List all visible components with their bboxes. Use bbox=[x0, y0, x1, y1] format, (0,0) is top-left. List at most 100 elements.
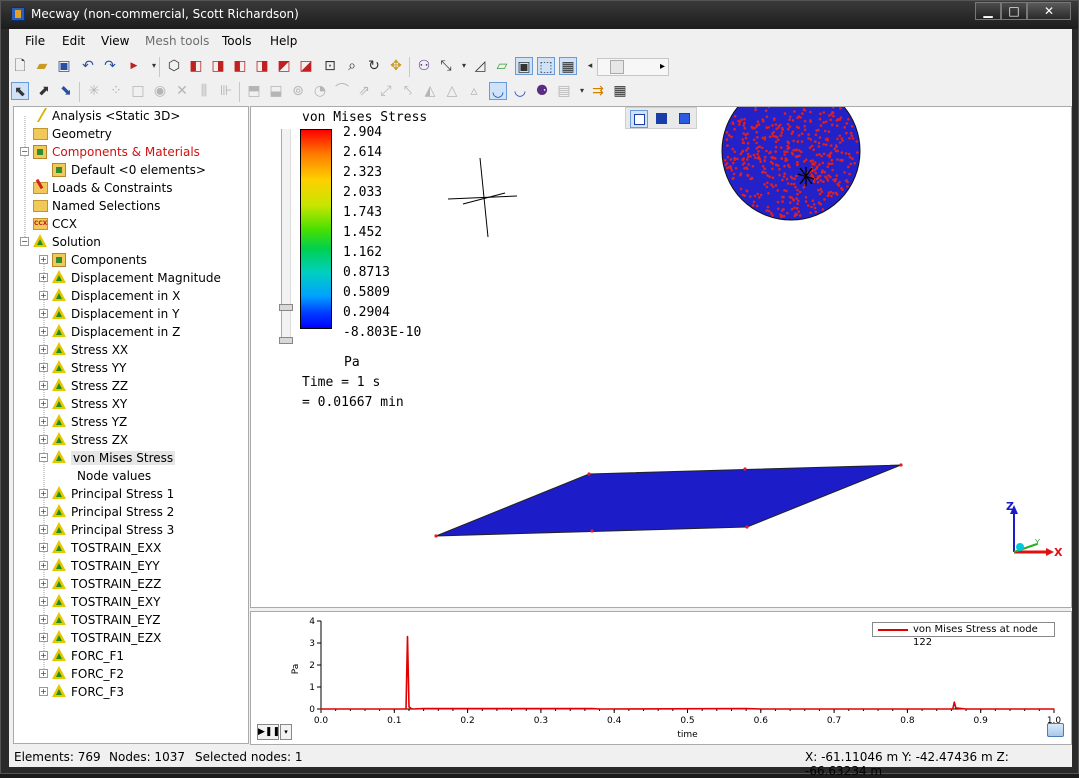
view-right-icon[interactable]: ◨ bbox=[253, 57, 271, 75]
mirror-icon[interactable]: ⫼ bbox=[195, 82, 213, 100]
tree-item[interactable]: Named Selections bbox=[14, 197, 248, 215]
tree-item[interactable]: − von Mises Stress bbox=[14, 449, 248, 467]
tree-item[interactable]: + TOSTRAIN_EXY bbox=[14, 593, 248, 611]
collapse-icon[interactable]: − bbox=[20, 147, 29, 156]
split-icon[interactable]: ⊪ bbox=[217, 82, 235, 100]
view-back-icon[interactable]: ◨ bbox=[209, 57, 227, 75]
maximize-button[interactable]: □ bbox=[1001, 2, 1027, 20]
play-pause-button[interactable]: ▶❚❚ bbox=[257, 724, 280, 740]
triangle-icon[interactable]: ◭ bbox=[421, 82, 439, 100]
slider-right-icon[interactable]: ▸ bbox=[660, 59, 665, 75]
refine-icon[interactable]: ⬓ bbox=[267, 82, 285, 100]
tree-item[interactable]: Geometry bbox=[14, 125, 248, 143]
box-icon[interactable]: □ bbox=[129, 82, 147, 100]
expand-icon[interactable]: + bbox=[39, 597, 48, 606]
menu-edit[interactable]: Edit bbox=[62, 34, 85, 48]
tree-item[interactable]: + TOSTRAIN_EYY bbox=[14, 557, 248, 575]
expand-icon[interactable]: + bbox=[39, 273, 48, 282]
expand-icon[interactable]: + bbox=[39, 615, 48, 624]
explode-icon[interactable]: ✳ bbox=[85, 82, 103, 100]
view-front-icon[interactable]: ◧ bbox=[187, 57, 205, 75]
tree-item[interactable]: + FORC_F3 bbox=[14, 683, 248, 701]
table-icon[interactable]: ▦ bbox=[611, 82, 629, 100]
open-folder-icon[interactable]: ▰ bbox=[33, 57, 51, 75]
pan-icon[interactable]: ✥ bbox=[387, 57, 405, 75]
expand-icon[interactable]: + bbox=[39, 687, 48, 696]
expand-icon[interactable]: + bbox=[39, 651, 48, 660]
expand-icon[interactable]: + bbox=[39, 579, 48, 588]
duplicate-icon[interactable]: ⁘ bbox=[107, 82, 125, 100]
view-left-icon[interactable]: ◧ bbox=[231, 57, 249, 75]
animate-icon[interactable]: ⚇ bbox=[415, 57, 433, 75]
expand-icon[interactable]: + bbox=[39, 309, 48, 318]
contour-icon[interactable]: ◡ bbox=[489, 82, 507, 100]
redo-icon[interactable]: ↷ bbox=[101, 57, 119, 75]
view-bottom-icon[interactable]: ◪ bbox=[297, 57, 315, 75]
tree-item[interactable]: + TOSTRAIN_EZX bbox=[14, 629, 248, 647]
menu-help[interactable]: Help bbox=[270, 34, 297, 48]
tree-item[interactable]: Loads & Constraints bbox=[14, 179, 248, 197]
minimize-button[interactable]: ▁ bbox=[975, 2, 1001, 20]
view-top-icon[interactable]: ◩ bbox=[275, 57, 293, 75]
tree-item[interactable]: + Principal Stress 1 bbox=[14, 485, 248, 503]
select-faces-icon[interactable]: ⬊ bbox=[57, 82, 75, 100]
mesh-edges-icon[interactable]: ▦ bbox=[559, 57, 577, 75]
tree-item[interactable]: Node values bbox=[14, 467, 248, 485]
expand-icon[interactable]: + bbox=[39, 633, 48, 642]
particles-icon[interactable]: ⚈ bbox=[533, 82, 551, 100]
collapse-icon[interactable]: − bbox=[20, 237, 29, 246]
tree-item[interactable]: + Displacement in Y bbox=[14, 305, 248, 323]
outline-triangle-icon[interactable]: ▵ bbox=[465, 82, 483, 100]
tree-item[interactable]: + Stress YY bbox=[14, 359, 248, 377]
tree-item[interactable]: + FORC_F1 bbox=[14, 647, 248, 665]
extrude-icon[interactable]: ⬒ bbox=[245, 82, 263, 100]
tree-item[interactable]: + TOSTRAIN_EXX bbox=[14, 539, 248, 557]
ccx-solve-icon[interactable]: ▶ bbox=[125, 57, 143, 75]
select-elements-icon[interactable]: ⬈ bbox=[35, 82, 53, 100]
toolbar-slider[interactable]: ▸ bbox=[597, 58, 669, 76]
tree-item[interactable]: + Stress ZX bbox=[14, 431, 248, 449]
expand-icon[interactable]: + bbox=[39, 255, 48, 264]
expand-icon[interactable]: + bbox=[39, 435, 48, 444]
expand-icon[interactable]: + bbox=[39, 363, 48, 372]
expand-icon[interactable]: + bbox=[39, 381, 48, 390]
menu-file[interactable]: File bbox=[25, 34, 45, 48]
film-icon[interactable]: ▤ bbox=[555, 82, 573, 100]
tree-item[interactable]: + Displacement Magnitude bbox=[14, 269, 248, 287]
tree-item[interactable]: + Stress YZ bbox=[14, 413, 248, 431]
expand-icon[interactable]: + bbox=[39, 327, 48, 336]
expand-icon[interactable]: + bbox=[39, 543, 48, 552]
skew-icon[interactable]: ⤣ bbox=[399, 82, 417, 100]
expand-icon[interactable]: + bbox=[39, 561, 48, 570]
solid-view-icon[interactable]: ▣ bbox=[515, 57, 533, 75]
tree-item[interactable]: + Stress ZZ bbox=[14, 377, 248, 395]
rotate-icon[interactable]: ↻ bbox=[365, 57, 383, 75]
view-iso-icon[interactable]: ⬡ bbox=[165, 57, 183, 75]
play-options-dropdown[interactable]: ▾ bbox=[280, 724, 292, 740]
tree-item[interactable]: + Stress XX bbox=[14, 341, 248, 359]
tree-item[interactable]: Default <0 elements> bbox=[14, 161, 248, 179]
expand-icon[interactable]: + bbox=[39, 489, 48, 498]
merge-icon[interactable]: ⊚ bbox=[289, 82, 307, 100]
tree-item[interactable]: CCX CCX bbox=[14, 215, 248, 233]
expand-icon[interactable]: + bbox=[39, 399, 48, 408]
scale-icon[interactable]: ⤢ bbox=[377, 82, 395, 100]
menu-mesh-tools[interactable]: Mesh tools bbox=[145, 34, 209, 48]
expand-icon[interactable]: + bbox=[39, 345, 48, 354]
revolve-icon[interactable]: ◔ bbox=[311, 82, 329, 100]
tree-item[interactable]: Analysis <Static 3D> bbox=[14, 107, 248, 125]
tet-icon[interactable]: △ bbox=[443, 82, 461, 100]
tree-item[interactable]: + TOSTRAIN_EYZ bbox=[14, 611, 248, 629]
tree-item[interactable]: − Components & Materials bbox=[14, 143, 248, 161]
smooth-contour-icon[interactable]: ◡ bbox=[511, 82, 529, 100]
title-bar[interactable]: Mecway (non-commercial, Scott Richardson… bbox=[1, 1, 1078, 29]
node-icon[interactable]: ◉ bbox=[151, 82, 169, 100]
expand-icon[interactable]: + bbox=[39, 291, 48, 300]
tree-item[interactable]: + Principal Stress 3 bbox=[14, 521, 248, 539]
tree-item[interactable]: + Displacement in Z bbox=[14, 323, 248, 341]
menu-view[interactable]: View bbox=[101, 34, 129, 48]
3d-viewport[interactable]: von Mises Stress 2.904 2.614 2.323 2.033 1.7… bbox=[250, 106, 1072, 608]
tree-item[interactable]: + Stress XY bbox=[14, 395, 248, 413]
surface-icon[interactable]: ▱ bbox=[493, 57, 511, 75]
close-button[interactable]: ✕ bbox=[1027, 2, 1071, 20]
